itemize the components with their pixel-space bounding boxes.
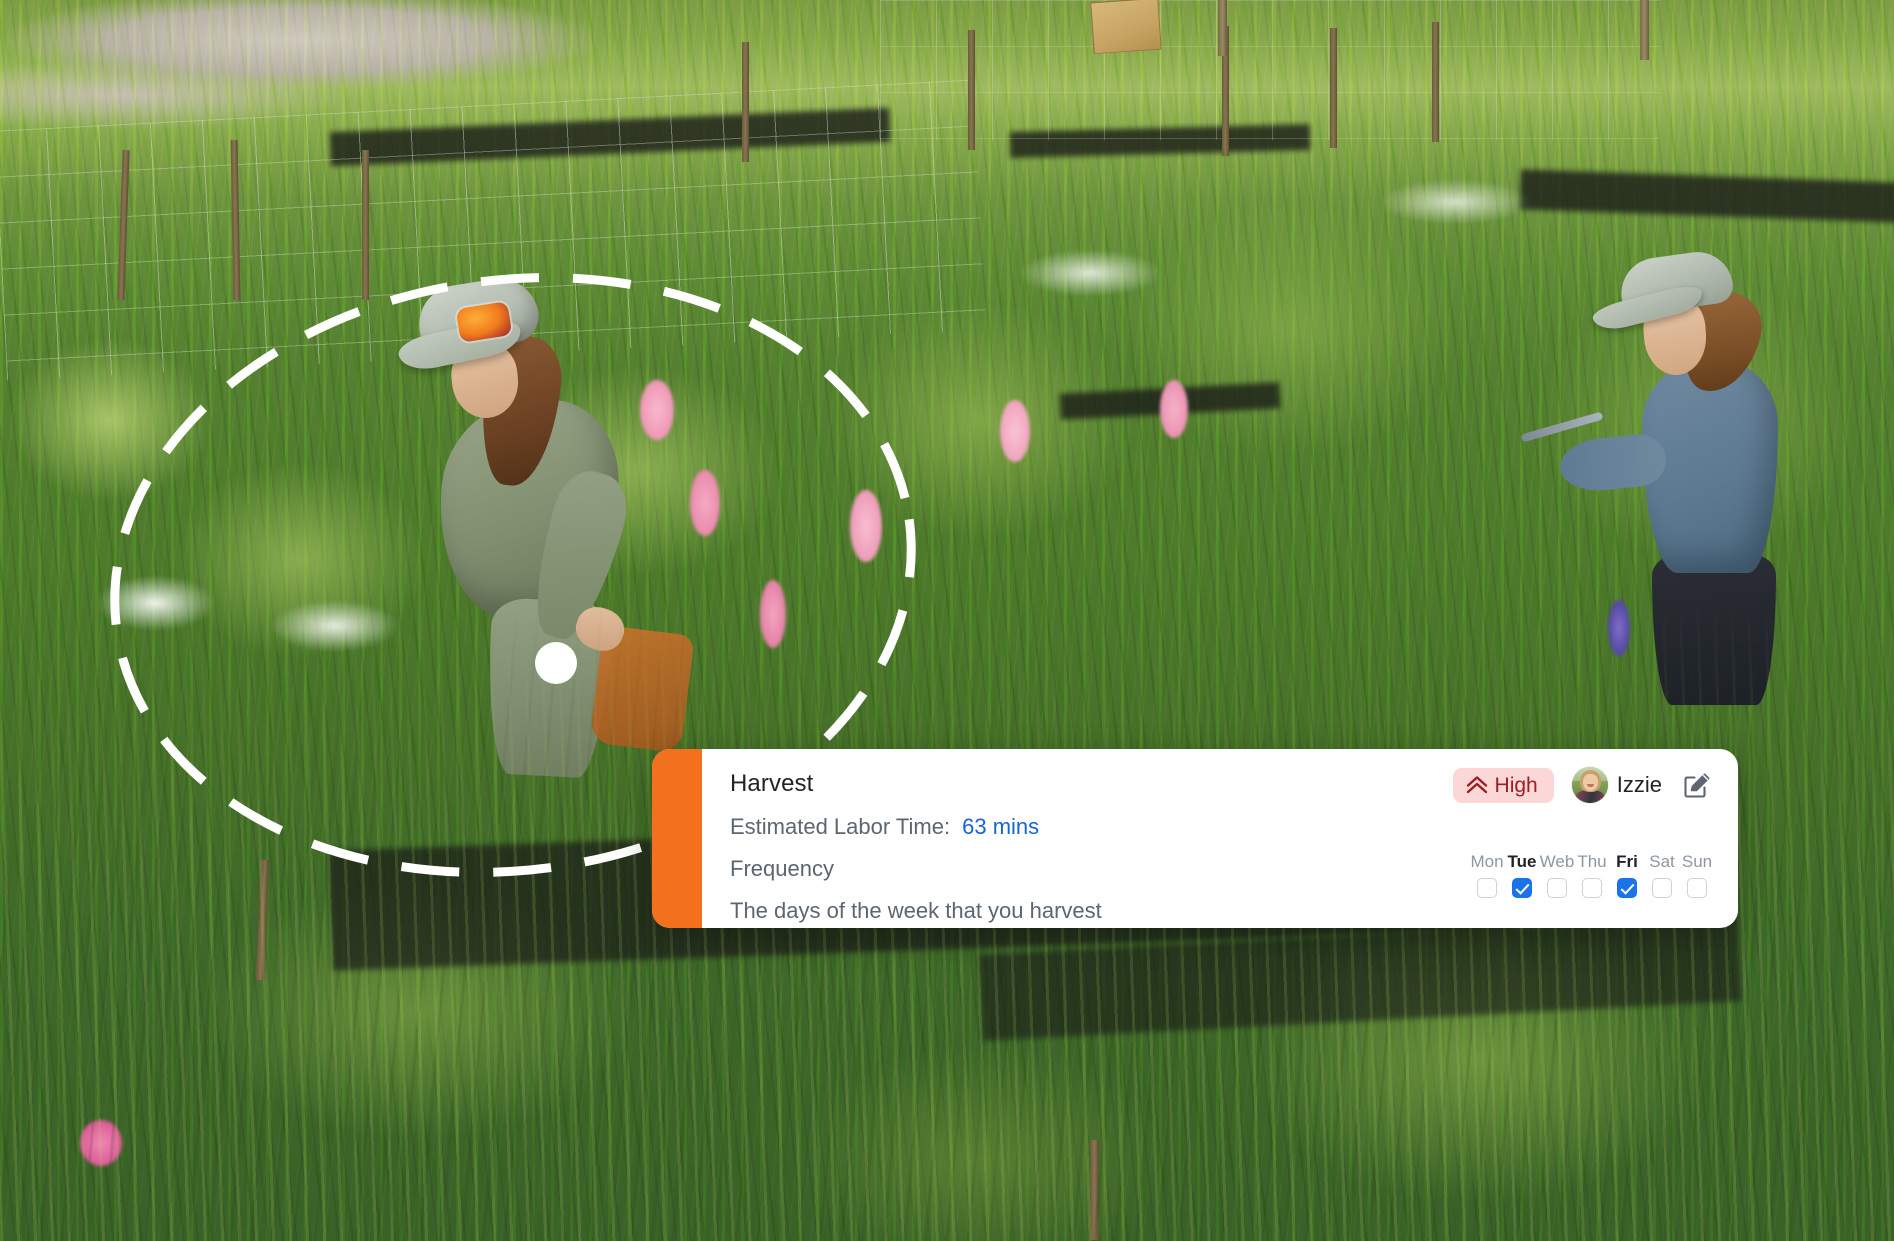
stake — [1432, 22, 1439, 142]
flower-blossom — [760, 580, 786, 648]
estimated-labor-time-row: Estimated Labor Time: 63 mins — [730, 814, 1712, 840]
farm-worker-right — [1520, 247, 1850, 705]
weekday-checkbox[interactable] — [1512, 878, 1532, 898]
weekday-checkbox[interactable] — [1652, 878, 1672, 898]
weekday-checkbox-group: Mon Tue Web Thu Fri Sat Sun — [1470, 853, 1714, 898]
priority-label: High — [1494, 773, 1538, 797]
weekday-sat[interactable]: Sat — [1645, 853, 1679, 898]
flower-blossom — [850, 490, 882, 562]
frequency-description: The days of the week that you harvest — [730, 898, 1102, 924]
weekday-mon[interactable]: Mon — [1470, 853, 1504, 898]
wooden-board — [1090, 0, 1162, 55]
fence-post — [1218, 0, 1227, 56]
weekday-checkbox[interactable] — [1547, 878, 1567, 898]
priority-badge[interactable]: High — [1452, 767, 1554, 803]
flower-blossom-white — [1020, 250, 1160, 296]
weekday-checkbox[interactable] — [1687, 878, 1707, 898]
flower-blossom — [1160, 380, 1188, 438]
assignee-name: Izzie — [1616, 772, 1662, 797]
weekday-checkbox[interactable] — [1582, 878, 1602, 898]
weekday-label: Sun — [1681, 852, 1713, 871]
flower-blossom — [690, 470, 720, 536]
trellis-netting-far — [880, 0, 1660, 140]
screen: Harvest Estimated Labor Time: 63 mins Fr… — [0, 0, 1894, 1241]
weekday-label: Web — [1539, 852, 1575, 871]
weekday-checkbox[interactable] — [1617, 878, 1637, 898]
weekday-label: Mon — [1470, 852, 1504, 871]
edit-task-button[interactable] — [1680, 768, 1714, 802]
weekday-label: Tue — [1507, 852, 1537, 871]
stake — [1330, 28, 1337, 148]
fence-post — [1640, 0, 1649, 60]
weekday-thu[interactable]: Thu — [1575, 853, 1609, 898]
flower-blossom-white — [1380, 180, 1530, 224]
estimated-labor-time-label: Estimated Labor Time: — [730, 814, 951, 840]
avatar — [1571, 767, 1608, 803]
weekday-label: Sat — [1649, 852, 1675, 871]
flower-blossom-white — [95, 575, 215, 631]
flower-blossom — [1000, 400, 1030, 462]
card-body: Harvest Estimated Labor Time: 63 mins Fr… — [702, 749, 1738, 928]
stake — [742, 42, 749, 162]
weekday-checkbox[interactable] — [1477, 878, 1497, 898]
weekday-web[interactable]: Web — [1540, 853, 1574, 898]
weekday-label: Thu — [1577, 852, 1607, 871]
weekday-sun[interactable]: Sun — [1680, 853, 1714, 898]
task-detail-card: Harvest Estimated Labor Time: 63 mins Fr… — [652, 749, 1738, 928]
assignee[interactable]: Izzie — [1571, 767, 1662, 803]
flower-blossom-white — [270, 600, 400, 652]
stake — [1090, 1140, 1099, 1240]
stake — [968, 30, 975, 150]
farm-worker-left — [390, 270, 695, 780]
weekday-tue[interactable]: Tue — [1505, 853, 1539, 898]
edit-pencil-icon — [1682, 773, 1712, 803]
weekday-label: Fri — [1616, 852, 1638, 871]
double-chevron-up-icon — [1466, 775, 1488, 795]
estimated-labor-time-value[interactable]: 63 mins — [962, 814, 1039, 840]
stake — [362, 150, 369, 300]
card-toolbar: High Izzie — [1452, 767, 1714, 803]
flower-blossom — [80, 1120, 122, 1166]
card-accent-bar — [652, 749, 702, 928]
weekday-fri[interactable]: Fri — [1610, 853, 1644, 898]
